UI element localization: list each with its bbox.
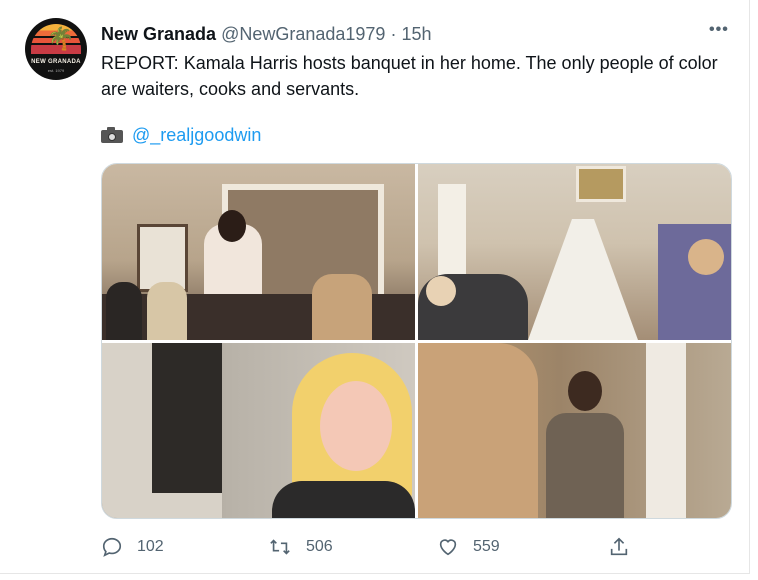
user-handle[interactable]: @NewGranada1979 — [221, 24, 385, 44]
avatar-logo-subtext: est. 1979 — [47, 68, 65, 73]
share-icon — [610, 537, 628, 556]
reply-count: 102 — [137, 538, 164, 555]
reply-icon — [102, 537, 122, 557]
credit-mention-link[interactable]: @_realjgoodwin — [132, 123, 261, 147]
tweet-text: REPORT: Kamala Harris hosts banquet in h… — [101, 53, 718, 99]
reply-button[interactable]: 102 — [101, 536, 164, 558]
heart-icon — [439, 539, 457, 556]
avatar[interactable]: 🌴 NEW GRANADA est. 1979 — [25, 18, 87, 80]
timestamp[interactable]: 15h — [401, 24, 431, 44]
avatar-logo-text: NEW GRANADA — [31, 59, 81, 65]
share-button[interactable] — [608, 536, 644, 558]
media-grid — [101, 163, 732, 519]
separator-dot: · — [390, 24, 397, 44]
more-options-icon[interactable]: ••• — [709, 21, 731, 43]
media-photo-4[interactable] — [418, 343, 731, 518]
media-photo-1[interactable] — [102, 164, 415, 340]
photo-credit: @_realjgoodwin — [101, 123, 261, 147]
camera-icon — [101, 127, 123, 143]
media-photo-2[interactable] — [418, 164, 731, 340]
tweet-header: New Granada @NewGranada1979 · 15h — [101, 23, 432, 45]
retweet-count: 506 — [306, 538, 333, 555]
like-button[interactable]: 559 — [437, 536, 500, 558]
media-photo-3[interactable] — [102, 343, 415, 518]
retweet-icon — [270, 539, 290, 555]
like-count: 559 — [473, 538, 500, 555]
retweet-button[interactable]: 506 — [268, 536, 333, 558]
display-name[interactable]: New Granada — [101, 24, 216, 44]
palm-tree-icon: 🌴 — [47, 26, 75, 51]
